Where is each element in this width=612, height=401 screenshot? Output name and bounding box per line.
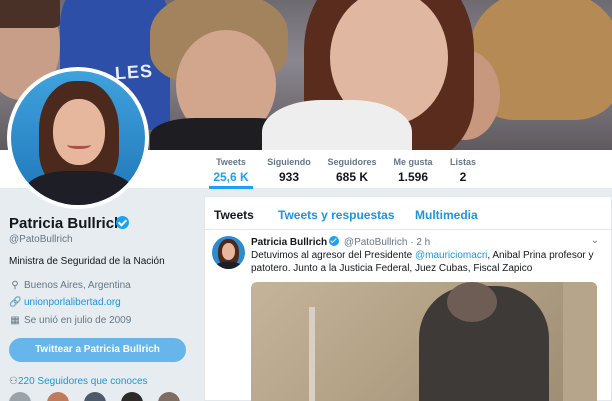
nav-stat-label: Me gusta: [393, 157, 433, 167]
profile-joined-text: Se unió en julio de 2009: [24, 315, 132, 326]
tweet-mention[interactable]: @mauriciomacri: [415, 250, 487, 261]
tweet-to-button[interactable]: Twittear a Patricia Bullrich: [9, 338, 186, 362]
nav-stat-label: Tweets: [216, 157, 246, 167]
profile-card: Patricia Bullrich @PatoBullrich Ministra…: [0, 189, 200, 401]
nav-stat-label: Seguidores: [327, 157, 377, 167]
tweet-media-image[interactable]: [251, 282, 597, 401]
profile-handle[interactable]: @PatoBullrich: [9, 234, 73, 245]
nav-stat-tweets[interactable]: Tweets 25,6 K: [209, 150, 253, 189]
nav-stat-lists[interactable]: Listas 2: [447, 150, 479, 189]
follower-avatar[interactable]: [121, 392, 143, 401]
timeline: Tweets Tweets y respuestas Multimedia Pa…: [204, 196, 612, 401]
followers-you-know-link[interactable]: 220 Seguidores que conoces: [18, 376, 148, 387]
nav-stat-followers[interactable]: Seguidores 685 K: [326, 150, 378, 189]
follower-avatar[interactable]: [84, 392, 106, 401]
nav-stat-following[interactable]: Siguiendo 933: [266, 150, 312, 189]
tweet-avatar-shirt: [215, 262, 242, 269]
nav-stat-value: 933: [278, 170, 300, 184]
profile-name[interactable]: Patricia Bullrich: [9, 215, 123, 232]
tab-tweets[interactable]: Tweets: [214, 208, 254, 222]
tweet-timestamp[interactable]: 2 h: [416, 237, 430, 248]
followers-you-know[interactable]: ⚇220 Seguidores que conoces: [9, 376, 148, 387]
tweet-media-person-head: [447, 282, 497, 322]
calendar-icon: ▦: [10, 315, 20, 326]
header-photo-person: [0, 0, 60, 28]
nav-stat-value: 685 K: [335, 170, 369, 184]
avatar-smile: [67, 141, 91, 149]
nav-stat-value: 1.596: [397, 170, 429, 184]
chevron-down-icon[interactable]: ⌄: [591, 235, 599, 246]
profile-website[interactable]: 🔗 unionporlalibertad.org: [9, 297, 121, 308]
profile-location-text: Buenos Aires, Argentina: [24, 280, 131, 291]
tweet-header: Patricia Bullrich @PatoBullrich · 2 h: [251, 236, 430, 248]
tweet-media-detail: [309, 307, 315, 401]
verified-badge-icon: [116, 216, 129, 229]
nav-stat-label: Listas: [449, 157, 476, 167]
avatar-face: [53, 99, 105, 165]
follower-avatar[interactable]: [47, 392, 69, 401]
person-icon: ⚇: [9, 376, 18, 387]
link-icon: 🔗: [9, 297, 22, 308]
verified-badge-icon: [329, 236, 340, 246]
profile-bio: Ministra de Seguridad de la Nación: [9, 256, 165, 267]
timeline-tabs: Tweets Tweets y respuestas Multimedia: [205, 197, 611, 230]
tweet-author-name[interactable]: Patricia Bullrich: [251, 237, 327, 248]
nav-stat-likes[interactable]: Me gusta 1.596: [390, 150, 436, 189]
map-pin-icon: ⚲: [11, 280, 19, 291]
profile-joined: ▦ Se unió en julio de 2009: [9, 315, 131, 326]
tweet-avatar-face: [222, 243, 235, 260]
tab-media[interactable]: Multimedia: [415, 208, 478, 222]
tweet-author-handle[interactable]: @PatoBullrich: [344, 237, 408, 248]
tweet-text: Detuvimos al agresor del Presidente @mau…: [251, 249, 601, 275]
header-photo-person: [262, 100, 412, 150]
nav-stat-value: 25,6 K: [213, 170, 249, 184]
profile-location: ⚲ Buenos Aires, Argentina: [9, 280, 131, 291]
tweet-media-detail: [563, 282, 597, 401]
follower-avatar[interactable]: [158, 392, 180, 401]
tweet-separator: ·: [410, 237, 414, 248]
tweet-text-start: Detuvimos al agresor del Presidente: [251, 250, 415, 261]
tab-tweets-and-replies[interactable]: Tweets y respuestas: [278, 208, 395, 222]
tweet-avatar[interactable]: [212, 236, 245, 269]
nav-stat-label: Siguiendo: [267, 157, 311, 167]
follower-avatar[interactable]: [9, 392, 31, 401]
nav-stat-value: 2: [459, 170, 467, 184]
profile-website-link[interactable]: unionporlalibertad.org: [24, 297, 121, 308]
avatar[interactable]: [11, 71, 145, 205]
